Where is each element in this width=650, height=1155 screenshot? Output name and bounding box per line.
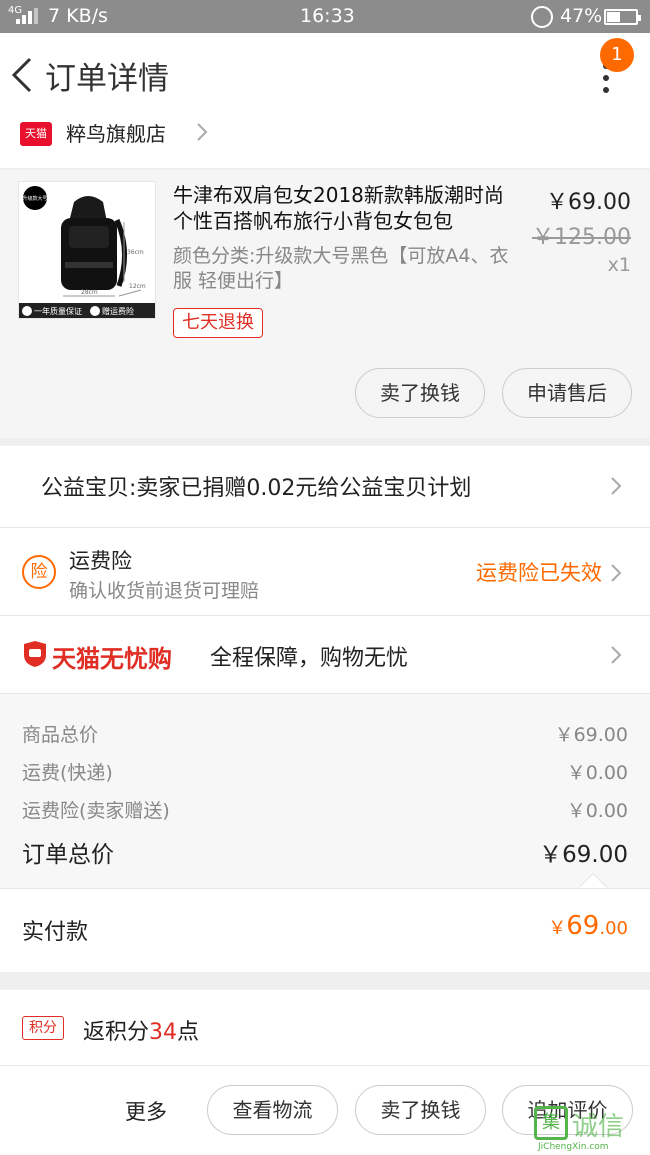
paid-decimal: .00 <box>599 918 628 939</box>
worry-free-brand: 天猫无忧购 <box>52 645 172 673</box>
subtotal-value: ￥69.00 <box>554 724 628 746</box>
paid-amount: ￥69.00 <box>548 911 628 941</box>
chevron-right-icon <box>611 646 622 664</box>
points-row: 积分 返积分34点 <box>0 990 650 1066</box>
product-image[interactable]: 升级款大号 36cm 28cm 12cm 一年质量保证 赠运费险 <box>18 181 156 319</box>
paid-amount-row: 实付款 ￥69.00 <box>0 888 650 972</box>
freight-insurance-row[interactable]: 险 运费险 确认收货前退货可理赔 运费险已失效 <box>0 528 650 616</box>
points-suffix: 点 <box>177 1020 200 1045</box>
image-width-label: 28cm <box>81 289 98 296</box>
chevron-right-icon <box>611 564 622 582</box>
image-height-label: 36cm <box>127 249 144 256</box>
product-title[interactable]: 牛津布双肩包女2018新款韩版潮时尚个性百搭帆布旅行小背包女包包 <box>173 182 513 234</box>
seven-day-return-tag: 七天退换 <box>173 308 263 338</box>
product-original-price: ￥125.00 <box>532 225 631 250</box>
site-watermark: 集 诚信 JiChengXin.com <box>532 1106 650 1154</box>
tmall-shield-icon <box>24 641 46 667</box>
order-total-value: ￥69.00 <box>539 842 628 868</box>
worry-free-row[interactable]: 天猫无忧购 全程保障，购物无忧 <box>0 616 650 694</box>
product-price: ￥69.00 <box>546 190 631 215</box>
after-sales-button[interactable]: 申请售后 <box>502 368 632 418</box>
resell-bottom-button[interactable]: 卖了换钱 <box>355 1085 486 1135</box>
order-total-label: 订单总价 <box>22 842 114 868</box>
image-badge-text: 升级款大号 <box>22 195 47 202</box>
battery-percent: 47% <box>560 5 603 27</box>
points-count: 34 <box>149 1020 178 1045</box>
watermark-logo-icon: 集 <box>534 1106 568 1140</box>
paid-label: 实付款 <box>22 920 89 945</box>
insurance-fee-value: ￥0.00 <box>566 800 628 822</box>
image-guarantee-text: 一年质量保证 <box>34 306 82 316</box>
notification-badge: 1 <box>600 38 634 72</box>
watermark-text: 诚信 <box>572 1112 625 1142</box>
image-depth-label: 12cm <box>129 283 146 290</box>
shipping-value: ￥0.00 <box>566 762 628 784</box>
resell-button[interactable]: 卖了换钱 <box>355 368 485 418</box>
more-actions-button[interactable]: 更多 <box>125 1096 167 1126</box>
clock: 16:33 <box>300 5 355 27</box>
insurance-status: 运费险已失效 <box>476 561 602 585</box>
watermark-url: JiChengXin.com <box>538 1142 609 1152</box>
status-bar: 4G 7 KB/s 16:33 47% <box>0 0 650 33</box>
shipping-label: 运费(快递) <box>22 762 113 784</box>
alarm-icon <box>531 6 553 28</box>
charity-row[interactable]: 公益宝贝:卖家已捐赠0.02元给公益宝贝计划 <box>0 446 650 528</box>
insurance-subtitle: 确认收货前退货可理赔 <box>69 580 260 602</box>
chevron-right-icon <box>611 477 622 495</box>
chevron-right-icon <box>197 123 208 141</box>
subtotal-label: 商品总价 <box>22 724 99 746</box>
tmall-badge: 天猫 <box>20 122 52 146</box>
insurance-icon: 险 <box>22 555 56 589</box>
insurance-title: 运费险 <box>69 549 132 573</box>
shop-row[interactable]: 天猫 粹鸟旗舰店 <box>0 118 650 168</box>
price-breakdown: 商品总价 ￥69.00 运费(快递) ￥0.00 运费险(卖家赠送) ￥0.00… <box>0 694 650 902</box>
worry-free-slogan: 全程保障，购物无忧 <box>210 646 409 671</box>
product-sku: 颜色分类:升级款大号黑色【可放A4、衣服 轻便出行】 <box>173 245 509 292</box>
points-tag: 积分 <box>22 1016 64 1040</box>
signal-icon <box>16 8 40 24</box>
insurance-fee-label: 运费险(卖家赠送) <box>22 800 170 822</box>
view-logistics-button[interactable]: 查看物流 <box>207 1085 338 1135</box>
app-header: 订单详情 1 <box>0 33 650 118</box>
points-text: 返积分34点 <box>83 1014 199 1046</box>
shop-name[interactable]: 粹鸟旗舰店 <box>66 118 166 147</box>
network-speed: 7 KB/s <box>48 5 108 27</box>
paid-integer: 69 <box>566 911 600 941</box>
charity-text: 公益宝贝:卖家已捐赠0.02元给公益宝贝计划 <box>41 476 472 501</box>
page-title: 订单详情 <box>45 61 169 97</box>
product-card[interactable]: 升级款大号 36cm 28cm 12cm 一年质量保证 赠运费险 牛津布双肩包女… <box>0 170 650 438</box>
back-arrow-icon[interactable] <box>8 55 38 95</box>
battery-icon <box>604 9 641 25</box>
points-prefix: 返积分 <box>83 1020 150 1045</box>
paid-currency: ￥ <box>548 918 567 939</box>
product-quantity: x1 <box>607 254 631 276</box>
image-freight-text: 赠运费险 <box>102 306 134 316</box>
